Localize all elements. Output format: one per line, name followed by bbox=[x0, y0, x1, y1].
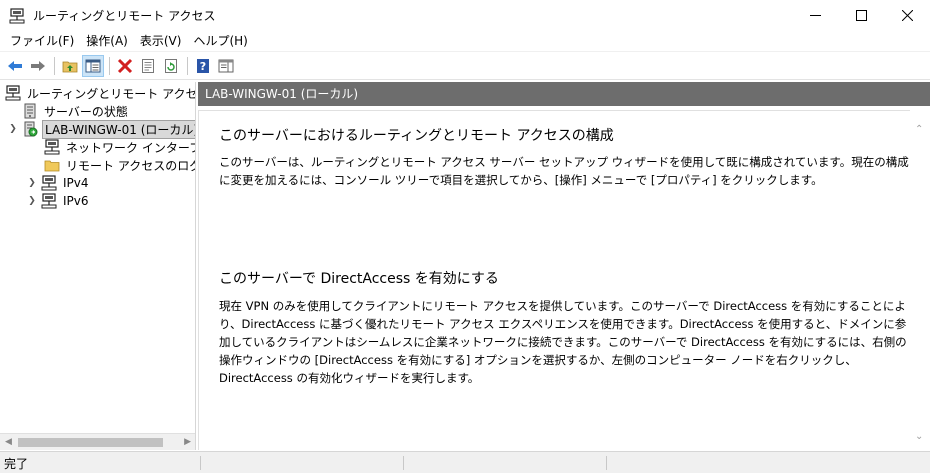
close-icon bbox=[901, 10, 913, 21]
toolbar: ? bbox=[0, 53, 930, 80]
tree-label: LAB-WINGW-01 (ローカル) bbox=[42, 119, 195, 139]
title-bar: ルーティングとリモート アクセス bbox=[0, 0, 930, 31]
refresh-icon bbox=[165, 59, 177, 73]
back-button[interactable] bbox=[4, 55, 26, 77]
forward-arrow-icon bbox=[31, 61, 45, 71]
close-button[interactable] bbox=[884, 0, 930, 31]
tree-item-network-interfaces[interactable]: ネットワーク インターフェイス bbox=[44, 138, 195, 156]
menu-view[interactable]: 表示(V) bbox=[134, 31, 188, 52]
show-hide-tree-icon bbox=[85, 59, 101, 73]
routing-app-icon bbox=[9, 7, 25, 23]
show-hide-action-pane-icon bbox=[218, 59, 234, 73]
properties-icon bbox=[142, 59, 154, 73]
back-arrow-icon bbox=[8, 61, 22, 71]
tree-item-root[interactable]: ルーティングとリモート アクセス bbox=[5, 84, 196, 102]
status-divider bbox=[403, 456, 404, 470]
delete-icon bbox=[117, 58, 133, 74]
menu-bar: ファイル(F) 操作(A) 表示(V) ヘルプ(H) bbox=[0, 31, 930, 52]
maximize-icon bbox=[855, 10, 867, 21]
tree-label: サーバーの状態 bbox=[44, 104, 128, 119]
scroll-down-icon[interactable]: ⌄ bbox=[915, 431, 923, 442]
toolbar-separator bbox=[109, 57, 110, 75]
forward-button[interactable] bbox=[27, 55, 49, 77]
scroll-left-icon[interactable]: ◀ bbox=[5, 437, 12, 447]
server-status-icon bbox=[24, 103, 36, 119]
server-running-icon bbox=[24, 121, 38, 137]
status-divider bbox=[200, 456, 201, 470]
section-text: このサーバーは、ルーティングとリモート アクセス サーバー セットアップ ウィザ… bbox=[219, 155, 909, 187]
show-hide-tree-button[interactable] bbox=[82, 55, 104, 77]
tree-item-ipv4[interactable]: ❯ IPv4 bbox=[27, 174, 91, 192]
tree-item-remote-access-logging[interactable]: リモート アクセスのログとポリ bbox=[44, 156, 195, 174]
section-title: このサーバーで DirectAccess を有効にする bbox=[219, 271, 499, 287]
tree-item-server-status[interactable]: サーバーの状態 bbox=[22, 102, 130, 120]
tree-item-server[interactable]: ❯ LAB-WINGW-01 (ローカル) bbox=[8, 119, 195, 139]
status-divider bbox=[606, 456, 607, 470]
maximize-button[interactable] bbox=[838, 0, 884, 31]
network-interface-icon bbox=[44, 139, 60, 155]
toolbar-separator bbox=[187, 57, 188, 75]
tree-label: ネットワーク インターフェイス bbox=[66, 140, 195, 155]
tree-label: IPv4 bbox=[63, 176, 89, 190]
status-text: 完了 bbox=[4, 457, 29, 471]
details-pane: LAB-WINGW-01 (ローカル) このサーバーにおけるルーティングとリモー… bbox=[198, 82, 930, 450]
refresh-button[interactable] bbox=[160, 55, 182, 77]
tree-label: ルーティングとリモート アクセス bbox=[27, 86, 196, 101]
minimize-icon bbox=[809, 15, 821, 16]
delete-button[interactable] bbox=[114, 55, 136, 77]
svg-text:?: ? bbox=[200, 60, 206, 73]
up-one-level-button[interactable] bbox=[59, 55, 81, 77]
routing-protocol-icon bbox=[41, 193, 57, 209]
toolbar-separator bbox=[54, 57, 55, 75]
help-icon: ? bbox=[197, 59, 209, 73]
properties-button[interactable] bbox=[137, 55, 159, 77]
folder-icon bbox=[44, 160, 60, 172]
scrollbar-thumb[interactable] bbox=[18, 438, 163, 447]
tree-item-ipv6[interactable]: ❯ IPv6 bbox=[27, 192, 91, 210]
scroll-up-icon[interactable]: ⌃ bbox=[915, 124, 923, 135]
tree-label: リモート アクセスのログとポリ bbox=[66, 158, 195, 173]
menu-action[interactable]: 操作(A) bbox=[80, 31, 134, 52]
status-bar: 完了 bbox=[0, 451, 930, 473]
details-vertical-scrollbar[interactable]: ⌃ ⌄ bbox=[910, 110, 930, 450]
expand-chevron-icon[interactable]: ❯ bbox=[27, 178, 37, 188]
minimize-button[interactable] bbox=[792, 0, 838, 31]
up-folder-icon bbox=[62, 61, 78, 73]
section-title: このサーバーにおけるルーティングとリモート アクセスの構成 bbox=[219, 128, 614, 144]
help-button[interactable]: ? bbox=[192, 55, 214, 77]
show-hide-action-pane-button[interactable] bbox=[215, 55, 237, 77]
details-header: LAB-WINGW-01 (ローカル) bbox=[198, 82, 930, 106]
tree-horizontal-scrollbar[interactable]: ◀ ▶ bbox=[0, 433, 195, 450]
details-body: このサーバーにおけるルーティングとリモート アクセスの構成 このサーバーは、ルー… bbox=[198, 110, 910, 450]
section-text: 現在 VPN のみを使用してクライアントにリモート アクセスを提供しています。こ… bbox=[219, 299, 907, 385]
collapse-chevron-icon[interactable]: ❯ bbox=[8, 124, 18, 134]
expand-chevron-icon[interactable]: ❯ bbox=[27, 196, 37, 206]
routing-server-icon bbox=[5, 85, 21, 101]
console-tree: ルーティングとリモート アクセス サーバーの状態 ❯ LAB-WINGW-01 … bbox=[0, 82, 196, 450]
menu-help[interactable]: ヘルプ(H) bbox=[187, 31, 253, 52]
scroll-right-icon[interactable]: ▶ bbox=[184, 437, 191, 447]
menu-file[interactable]: ファイル(F) bbox=[4, 31, 80, 52]
routing-protocol-icon bbox=[41, 175, 57, 191]
tree-label: IPv6 bbox=[63, 194, 89, 208]
window-title: ルーティングとリモート アクセス bbox=[33, 9, 216, 23]
